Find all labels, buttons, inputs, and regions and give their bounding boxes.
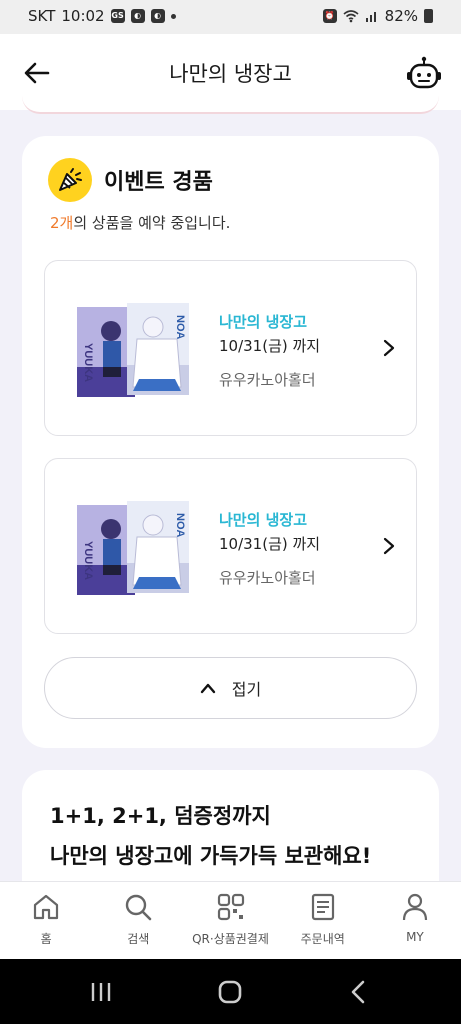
- reserved-product-card[interactable]: YUUKA NOA 나만의 냉장고 10/31(금) 까지 유우카노아홀더: [44, 260, 417, 436]
- collapse-button[interactable]: 접기: [44, 657, 417, 719]
- reservation-summary: 2개의 상품을 예약 중입니다.: [50, 212, 230, 233]
- product-name: 나만의 냉장고: [219, 511, 308, 529]
- back-button-icon[interactable]: [344, 977, 374, 1007]
- chevron-up-icon: [200, 683, 215, 694]
- tab-label: 주문내역: [300, 932, 345, 946]
- previous-card-edge: [22, 96, 439, 114]
- battery-icon: [424, 9, 433, 23]
- tab-search[interactable]: 검색: [92, 882, 184, 959]
- tab-my[interactable]: MY: [369, 882, 461, 959]
- svg-text:NOA: NOA: [174, 315, 186, 340]
- receipt-icon: [311, 893, 334, 921]
- battery-percent: 82%: [384, 7, 418, 25]
- tab-orders[interactable]: 주문내역: [277, 882, 369, 959]
- event-title: 이벤트 경품: [104, 170, 213, 195]
- reservation-text: 의 상품을 예약 중입니다.: [73, 214, 231, 232]
- product-name: 나만의 냉장고: [219, 313, 308, 331]
- promo-line-2: 나만의 냉장고에 가득가득 보관해요!: [50, 844, 372, 868]
- svg-text:YUUKA: YUUKA: [82, 541, 94, 580]
- event-prize-card: 이벤트 경품 2개의 상품을 예약 중입니다. YUUKA NOA 나만의 냉장…: [22, 136, 439, 748]
- tab-label: 홈: [40, 932, 52, 946]
- qr-icon: [217, 893, 244, 921]
- more-notifications-icon: [170, 13, 176, 19]
- gs-notification-icon: GS: [110, 9, 125, 23]
- wifi-icon: [343, 10, 359, 23]
- chatbot-icon[interactable]: [405, 54, 443, 92]
- product-deadline: 10/31(금) 까지: [219, 535, 321, 553]
- tab-label: QR·상품권결제: [192, 932, 269, 946]
- clock-text: 10:02: [61, 7, 105, 25]
- system-navigation-bar: [0, 959, 461, 1024]
- reserved-product-card[interactable]: YUUKA NOA 나만의 냉장고 10/31(금) 까지 유우카노아홀더: [44, 458, 417, 634]
- product-description: 유우카노아홀더: [219, 569, 316, 587]
- bottom-tab-bar: 홈 검색 QR·상품권결제 주문내역 MY: [0, 881, 461, 959]
- tab-qr-payment[interactable]: QR·상품권결제: [184, 882, 276, 959]
- home-button-icon[interactable]: [215, 977, 245, 1007]
- status-bar: SKT 10:02 GS ◐ ◐ ⏰ 82%: [0, 0, 461, 34]
- svg-text:NOA: NOA: [174, 513, 186, 538]
- search-icon: [126, 894, 152, 921]
- event-header: 이벤트 경품: [48, 158, 213, 202]
- product-deadline: 10/31(금) 까지: [219, 337, 321, 355]
- recent-apps-icon[interactable]: [86, 977, 116, 1007]
- page-title: 나만의 냉장고: [169, 62, 292, 86]
- svg-text:YUUKA: YUUKA: [82, 343, 94, 382]
- chevron-right-icon: [383, 339, 395, 357]
- home-icon: [33, 894, 59, 920]
- signal-icon: [365, 12, 376, 22]
- chevron-right-icon: [383, 537, 395, 555]
- tab-label: MY: [406, 930, 424, 944]
- pill-notification-icon-2: ◐: [150, 9, 165, 23]
- party-popper-icon: [48, 158, 92, 202]
- tab-label: 검색: [127, 932, 150, 946]
- tab-home[interactable]: 홈: [0, 882, 92, 959]
- carrier-text: SKT: [28, 7, 56, 25]
- alarm-icon: ⏰: [322, 9, 337, 23]
- product-thumbnail: YUUKA NOA: [77, 501, 189, 595]
- reservation-count: 2개: [50, 214, 74, 232]
- product-description: 유우카노아홀더: [219, 371, 316, 389]
- collapse-label: 접기: [231, 680, 262, 699]
- pill-notification-icon: ◐: [130, 9, 145, 23]
- product-thumbnail: YUUKA NOA: [77, 303, 189, 397]
- person-icon: [402, 893, 428, 921]
- promo-line-1: 1+1, 2+1, 덤증정까지: [50, 804, 271, 828]
